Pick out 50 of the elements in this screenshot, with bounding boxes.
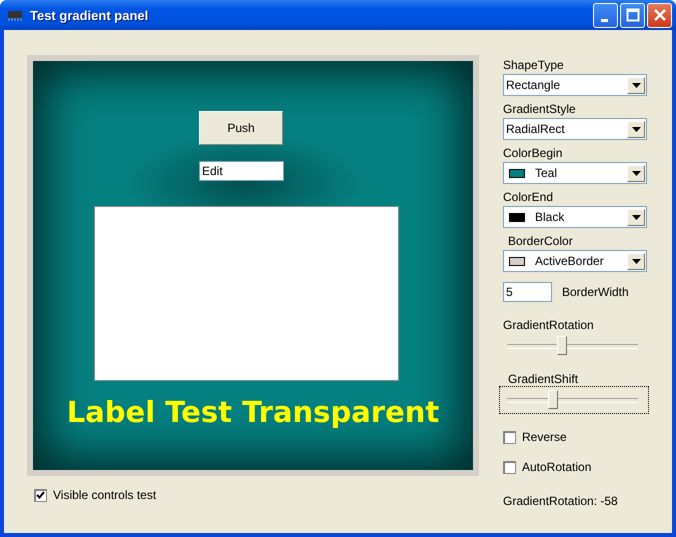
dropdown[interactable]: Teal [503,162,647,184]
close-button[interactable] [647,2,672,28]
chip-icon [6,9,24,21]
checkbox-label: Visible controls test [53,488,156,502]
dropdown-value: Black [534,210,566,224]
dropdown[interactable]: Black [503,206,647,228]
dropdown-arrow-button[interactable] [627,164,645,182]
field-label: ShapeType [503,57,565,73]
caret-icon [632,126,640,132]
dropdown-arrow-button[interactable] [627,208,645,226]
maximize-button[interactable] [620,2,645,28]
dropdown[interactable]: RadialRect [503,118,647,140]
slider-thumb[interactable] [548,390,558,408]
dropdown-arrow-button[interactable] [627,252,645,270]
field-label: ColorBegin [503,145,564,161]
minimize-icon [600,18,608,22]
slider[interactable] [499,386,649,414]
caret-icon [632,214,640,220]
number-field[interactable]: 5 [503,282,552,302]
dropdown-arrow-button[interactable] [627,120,645,138]
dropdown[interactable]: ActiveBorder [503,250,647,272]
close-icon [652,8,666,22]
dropdown-value: RadialRect [505,122,566,136]
edit-field[interactable]: Edit [199,161,284,181]
slider-label: GradientRotation [503,318,595,332]
minimize-button[interactable] [593,2,618,28]
caret-icon [632,82,640,88]
checkbox[interactable] [503,430,516,444]
caret-icon [632,258,640,264]
checkbox[interactable] [34,488,47,502]
maximize-icon [626,8,640,22]
dropdown-value: Teal [534,166,558,180]
dropdown-value: Rectangle [505,78,562,92]
slider-thumb[interactable] [557,336,568,354]
window-title: Test gradient panel [30,8,150,22]
field-label: GradientStyle [503,101,577,117]
dropdown-value: ActiveBorder [534,254,605,268]
dropdown-arrow-button[interactable] [627,76,645,94]
checkbox[interactable] [503,460,516,474]
checkbox-label: AutoRotation [522,460,592,474]
checkbox-label: Reverse [522,430,567,444]
caret-icon [632,170,640,176]
slider-label: GradientShift [508,372,580,386]
field-caption: BorderWidth [562,285,629,299]
field-label: BorderColor [508,233,574,249]
push-button[interactable]: Push [199,111,283,145]
field-label: ColorEnd [503,189,554,205]
status-text: GradientRotation: -58 [503,494,619,508]
transparent-label: Label Test Transparent [66,395,440,429]
dropdown[interactable]: Rectangle [503,74,647,96]
